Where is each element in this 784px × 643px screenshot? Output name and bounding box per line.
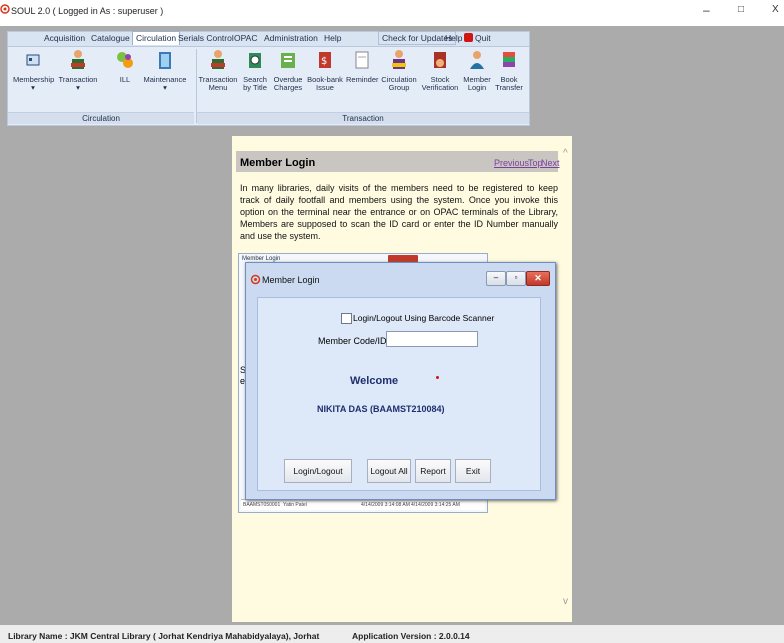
ribbon: Membership ▾ Transaction ▾ ILL Maintenan…: [7, 46, 530, 126]
menu-acquisition[interactable]: Acquisition: [44, 33, 85, 43]
app-logo-icon: [0, 4, 10, 14]
window-title: SOUL 2.0 ( Logged in As : superuser ): [11, 6, 164, 16]
menu-circulation[interactable]: Circulation: [132, 31, 181, 45]
dialog-title: Member Login: [262, 275, 320, 285]
search-books-icon: [249, 53, 261, 68]
welcome-text: Welcome: [350, 375, 399, 387]
library-name-text: Library Name : JKM Central Library ( Jor…: [8, 631, 320, 641]
scroll-down-icon[interactable]: v: [563, 596, 568, 607]
quit-button[interactable]: Quit: [475, 33, 491, 43]
maximize-button[interactable]: □: [738, 4, 744, 15]
group-label-transaction: Transaction: [197, 112, 529, 124]
doc-paragraph: In many libraries, daily visits of the m…: [240, 183, 558, 241]
person-books-icon: [71, 50, 85, 69]
status-bar: Library Name : JKM Central Library ( Jor…: [0, 625, 784, 643]
exit-button[interactable]: Exit: [455, 459, 491, 483]
member-name-text: NIKITA DAS (BAAMST210084): [317, 404, 445, 414]
title-bar: SOUL 2.0 ( Logged in As : superuser ) – …: [0, 0, 784, 26]
close-window-button[interactable]: X: [772, 4, 779, 15]
menu-catalogue[interactable]: Catalogue: [91, 33, 130, 43]
member-code-input[interactable]: [386, 331, 478, 347]
menu-serials-control[interactable]: Serials Control: [178, 33, 234, 43]
dialog-minimize-button[interactable]: –: [486, 271, 506, 286]
ill-button[interactable]: ILL: [110, 49, 140, 84]
member-login-icon: [470, 51, 484, 69]
help-button[interactable]: Help: [445, 33, 462, 43]
book-bank-icon: $: [319, 52, 331, 68]
quit-icon[interactable]: [464, 33, 473, 42]
dialog-close-button[interactable]: ✕: [526, 271, 550, 286]
reminder-button[interactable]: Reminder: [346, 49, 379, 84]
circulation-group-icon: [392, 50, 406, 69]
report-button[interactable]: Report: [415, 459, 451, 483]
member-login-button[interactable]: Member Login: [462, 49, 492, 92]
member-code-label: Member Code/ID: [318, 336, 387, 346]
menu-help[interactable]: Help: [324, 33, 341, 43]
maintenance-book-icon: [159, 52, 171, 69]
minimize-button[interactable]: –: [703, 3, 710, 17]
circulation-group-button[interactable]: Circulation Group: [380, 49, 418, 92]
menu-administration[interactable]: Administration: [264, 33, 318, 43]
logout-all-button[interactable]: Logout All: [367, 459, 411, 483]
next-link[interactable]: Next: [541, 158, 560, 168]
status-dot: [436, 376, 439, 379]
app-version-text: Application Version : 2.0.0.14: [352, 631, 470, 641]
person-books-icon: [211, 50, 225, 69]
maintenance-button[interactable]: Maintenance ▾: [142, 49, 188, 92]
transaction-dropdown-button[interactable]: Transaction ▾: [58, 49, 98, 92]
book-transfer-icon: [503, 52, 515, 67]
dialog-maximize-button[interactable]: ▫: [506, 271, 526, 286]
book-transfer-button[interactable]: Book Transfer: [494, 49, 524, 92]
ill-exchange-icon: [117, 52, 133, 68]
overdue-charges-icon: [281, 53, 295, 68]
barcode-scanner-checkbox[interactable]: [341, 313, 352, 324]
doc-heading: Member Login: [240, 157, 316, 169]
reminder-note-icon: [355, 51, 369, 69]
membership-button[interactable]: Membership ▾: [13, 49, 54, 92]
stock-verification-button[interactable]: Stock Verification: [420, 49, 460, 92]
svg-text:$: $: [321, 56, 327, 67]
bg-table-row: BAAMST050001 Yatin Patel 4/14/2009 3:14:…: [241, 499, 485, 510]
transaction-menu-button[interactable]: Transaction Menu: [198, 49, 238, 92]
search-by-title-button[interactable]: Search by Title: [240, 49, 270, 92]
group-label-circulation: Circulation: [8, 112, 194, 124]
scroll-up-icon[interactable]: ^: [563, 148, 568, 159]
previous-link[interactable]: Previous: [494, 158, 529, 168]
book-bank-issue-button[interactable]: $ Book-bank Issue: [306, 49, 344, 92]
dialog-logo-icon: [250, 274, 261, 285]
membership-icon: [26, 54, 40, 66]
login-logout-button[interactable]: Login/Logout: [284, 459, 352, 483]
overdue-charges-button[interactable]: Overdue Charges: [272, 49, 304, 92]
barcode-scanner-label: Login/Logout Using Barcode Scanner: [353, 313, 495, 323]
stock-verification-icon: [434, 52, 446, 68]
menu-bar: Acquisition Catalogue Circulation Serial…: [7, 31, 530, 47]
menu-opac[interactable]: OPAC: [234, 33, 257, 43]
